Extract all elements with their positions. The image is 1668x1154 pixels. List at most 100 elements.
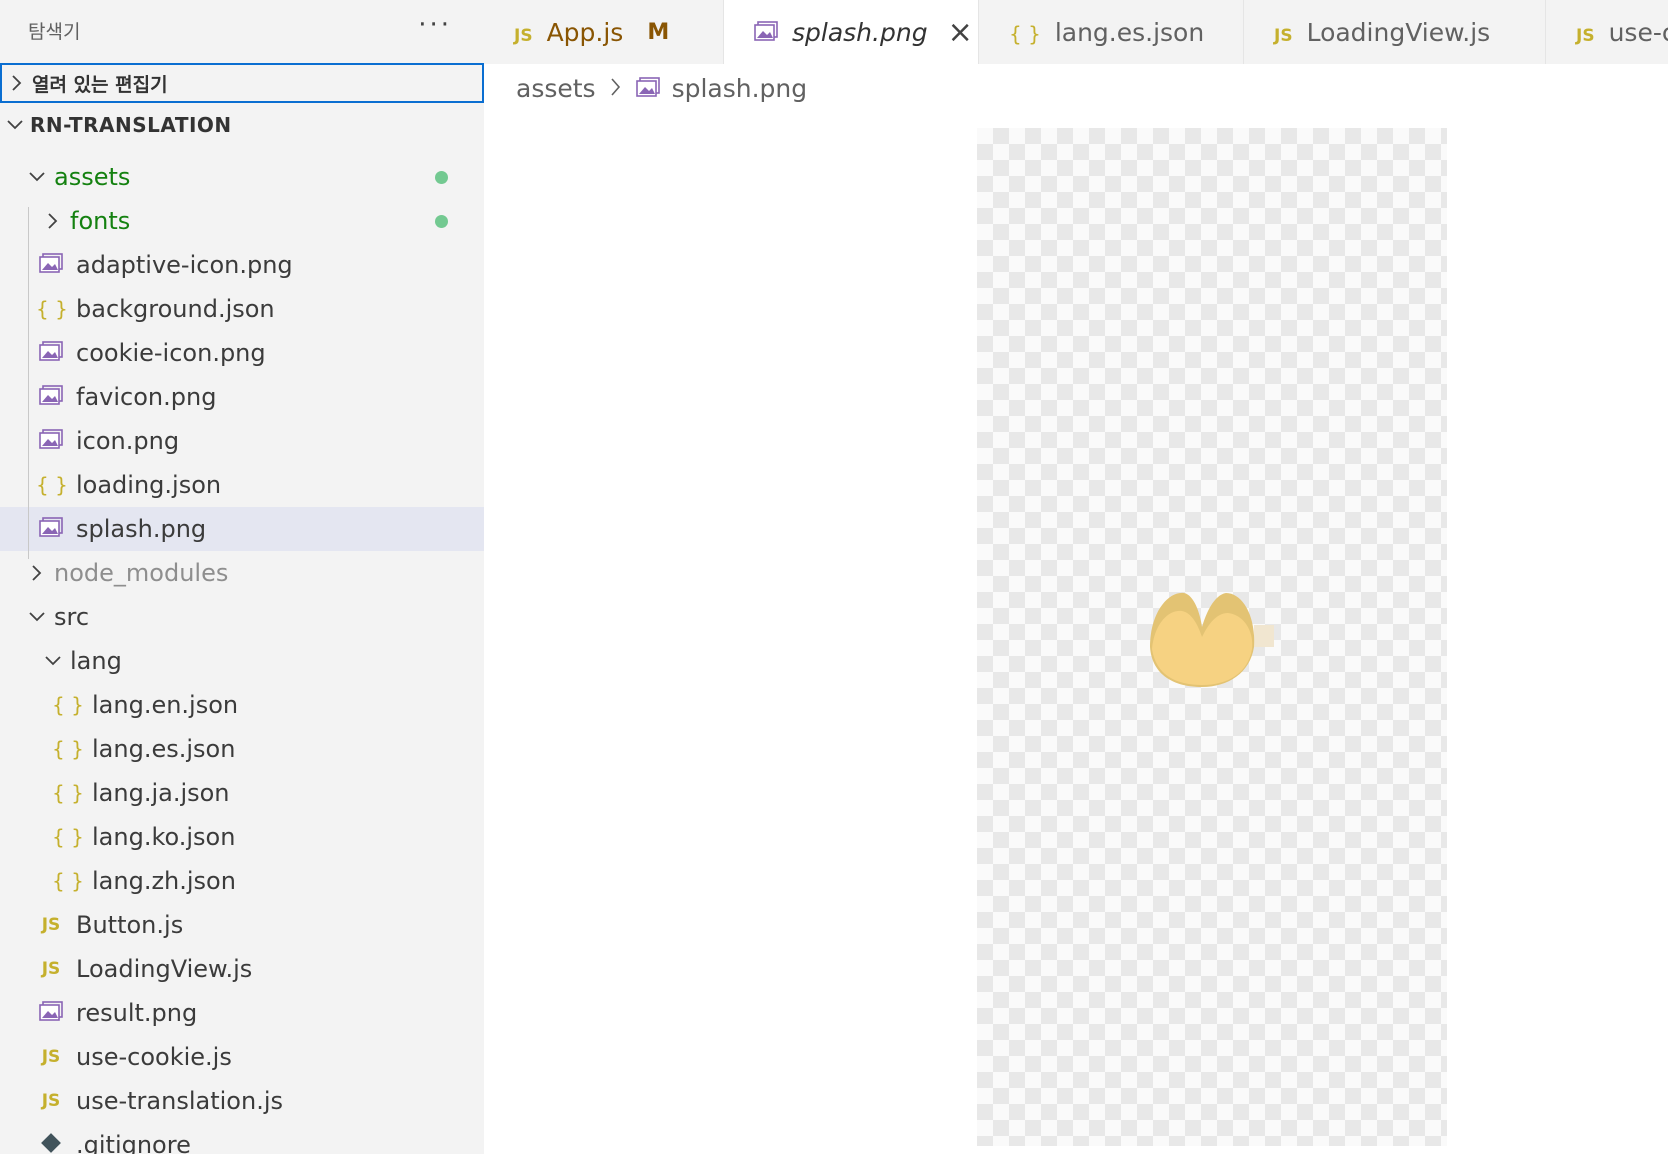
breadcrumb: assets splash.png [516, 68, 807, 108]
tree-item-label: background.json [76, 295, 275, 323]
folder-item[interactable]: fonts [0, 199, 484, 243]
git-status-dot [435, 215, 448, 228]
chevron-right-icon [2, 74, 32, 92]
editor-tab[interactable]: JS App.js M [484, 0, 724, 64]
json-file-icon: { } [52, 693, 84, 717]
json-file-icon: { } [52, 737, 84, 761]
file-tree: assets fonts adaptive-icon.png { } backgroun… [0, 155, 484, 1154]
breadcrumb-file[interactable]: splash.png [672, 74, 808, 103]
tab-label: LoadingView.js [1306, 17, 1491, 47]
tree-item-label: result.png [76, 999, 198, 1027]
file-item[interactable]: cookie-icon.png [0, 331, 484, 375]
image-preview [977, 128, 1447, 1146]
file-item[interactable]: .gitignore [0, 1123, 484, 1154]
tab-label: splash.png [792, 17, 928, 47]
chevron-down-icon [38, 655, 68, 667]
json-file-icon: { } [1009, 21, 1041, 46]
file-item[interactable]: { } lang.ko.json [0, 815, 484, 859]
explorer-title: 탐색기 [28, 20, 81, 43]
folder-item[interactable]: src [0, 595, 484, 639]
tab-label: lang.es.json [1054, 17, 1205, 47]
tree-item-label: lang.zh.json [92, 867, 236, 895]
tab-label: use-cookie.js [1608, 17, 1668, 47]
json-file-icon: { } [52, 781, 84, 805]
file-item[interactable]: { } lang.ja.json [0, 771, 484, 815]
close-icon[interactable]: × [948, 15, 973, 50]
tree-item-label: loading.json [76, 471, 222, 499]
splash-image [1150, 592, 1274, 687]
indent-guide [28, 207, 29, 559]
folder-item[interactable]: node_modules [0, 551, 484, 595]
js-file-icon: JS [41, 959, 61, 979]
file-item[interactable]: result.png [0, 991, 484, 1035]
file-item[interactable]: JS use-translation.js [0, 1079, 484, 1123]
image-file-icon [36, 1000, 66, 1026]
open-editors-label: 열려 있는 편집기 [32, 73, 168, 96]
explorer-header: 탐색기 ··· [0, 0, 484, 60]
file-item[interactable]: { } lang.en.json [0, 683, 484, 727]
ellipsis-icon[interactable]: ··· [418, 12, 452, 48]
project-root-header[interactable]: RN-TRANSLATION [0, 103, 484, 147]
tree-item-label: adaptive-icon.png [76, 251, 293, 279]
breadcrumb-folder[interactable]: assets [516, 74, 596, 103]
file-item[interactable]: adaptive-icon.png [0, 243, 484, 287]
image-file-icon [36, 384, 66, 410]
modified-indicator: M [647, 19, 670, 45]
tree-item-label: LoadingView.js [76, 955, 253, 983]
folder-item[interactable]: assets [0, 155, 484, 199]
js-file-icon: JS [1576, 25, 1595, 46]
tree-item-label: lang.ko.json [92, 823, 236, 851]
file-item[interactable]: { } lang.es.json [0, 727, 484, 771]
open-editors-section[interactable]: 열려 있는 편집기 [0, 63, 484, 103]
js-file-icon: JS [41, 1047, 61, 1067]
file-item[interactable]: { } loading.json [0, 463, 484, 507]
editor-tab[interactable]: JS use-cookie.js [1546, 0, 1668, 64]
js-file-icon: JS [514, 25, 533, 46]
file-item[interactable]: { } lang.zh.json [0, 859, 484, 903]
breadcrumb-separator-icon [610, 74, 622, 103]
tree-item-label: Button.js [76, 911, 184, 939]
editor-tab[interactable]: { } lang.es.json [979, 0, 1244, 64]
tab-label: App.js [546, 17, 624, 47]
js-file-icon: JS [1274, 25, 1293, 46]
tree-item-label: fonts [70, 207, 131, 235]
tree-item-label: assets [54, 163, 131, 191]
chevron-right-icon [22, 564, 52, 582]
file-item[interactable]: { } background.json [0, 287, 484, 331]
tree-item-label: use-translation.js [76, 1087, 283, 1115]
image-file-icon [36, 516, 66, 542]
image-file-icon [36, 428, 66, 454]
git-status-dot [435, 171, 448, 184]
git-file-icon [36, 1132, 66, 1154]
tree-item-label: src [54, 603, 90, 631]
file-item[interactable]: favicon.png [0, 375, 484, 419]
json-file-icon: { } [36, 297, 68, 321]
chevron-down-icon [0, 119, 30, 131]
chevron-down-icon [22, 611, 52, 623]
editor-tab[interactable]: JS LoadingView.js [1244, 0, 1546, 64]
file-item[interactable]: JS Button.js [0, 903, 484, 947]
project-name: RN-TRANSLATION [30, 113, 232, 137]
tree-item-label: lang [70, 647, 122, 675]
image-file-icon [36, 340, 66, 366]
image-file-icon [36, 252, 66, 278]
explorer-sidebar: 탐색기 ··· 열려 있는 편집기 RN-TRANSLATION assets f… [0, 0, 484, 1154]
json-file-icon: { } [52, 869, 84, 893]
editor-tab-bar: JS App.js Msplash.png × { } lang.es.json JS Loa… [484, 0, 1668, 64]
file-item[interactable]: JS LoadingView.js [0, 947, 484, 991]
file-item[interactable]: icon.png [0, 419, 484, 463]
tree-item-label: .gitignore [76, 1131, 191, 1154]
tree-item-label: favicon.png [76, 383, 217, 411]
tree-item-label: splash.png [76, 515, 207, 543]
tree-item-label: lang.ja.json [92, 779, 230, 807]
chevron-down-icon [22, 171, 52, 183]
folder-item[interactable]: lang [0, 639, 484, 683]
tree-item-label: icon.png [76, 427, 180, 455]
tree-item-label: node_modules [54, 559, 229, 587]
tree-item-label: lang.en.json [92, 691, 239, 719]
file-item[interactable]: JS use-cookie.js [0, 1035, 484, 1079]
json-file-icon: { } [52, 825, 84, 849]
editor-tab[interactable]: splash.png × [724, 0, 979, 64]
file-item[interactable]: splash.png [0, 507, 484, 551]
tree-item-label: lang.es.json [92, 735, 236, 763]
